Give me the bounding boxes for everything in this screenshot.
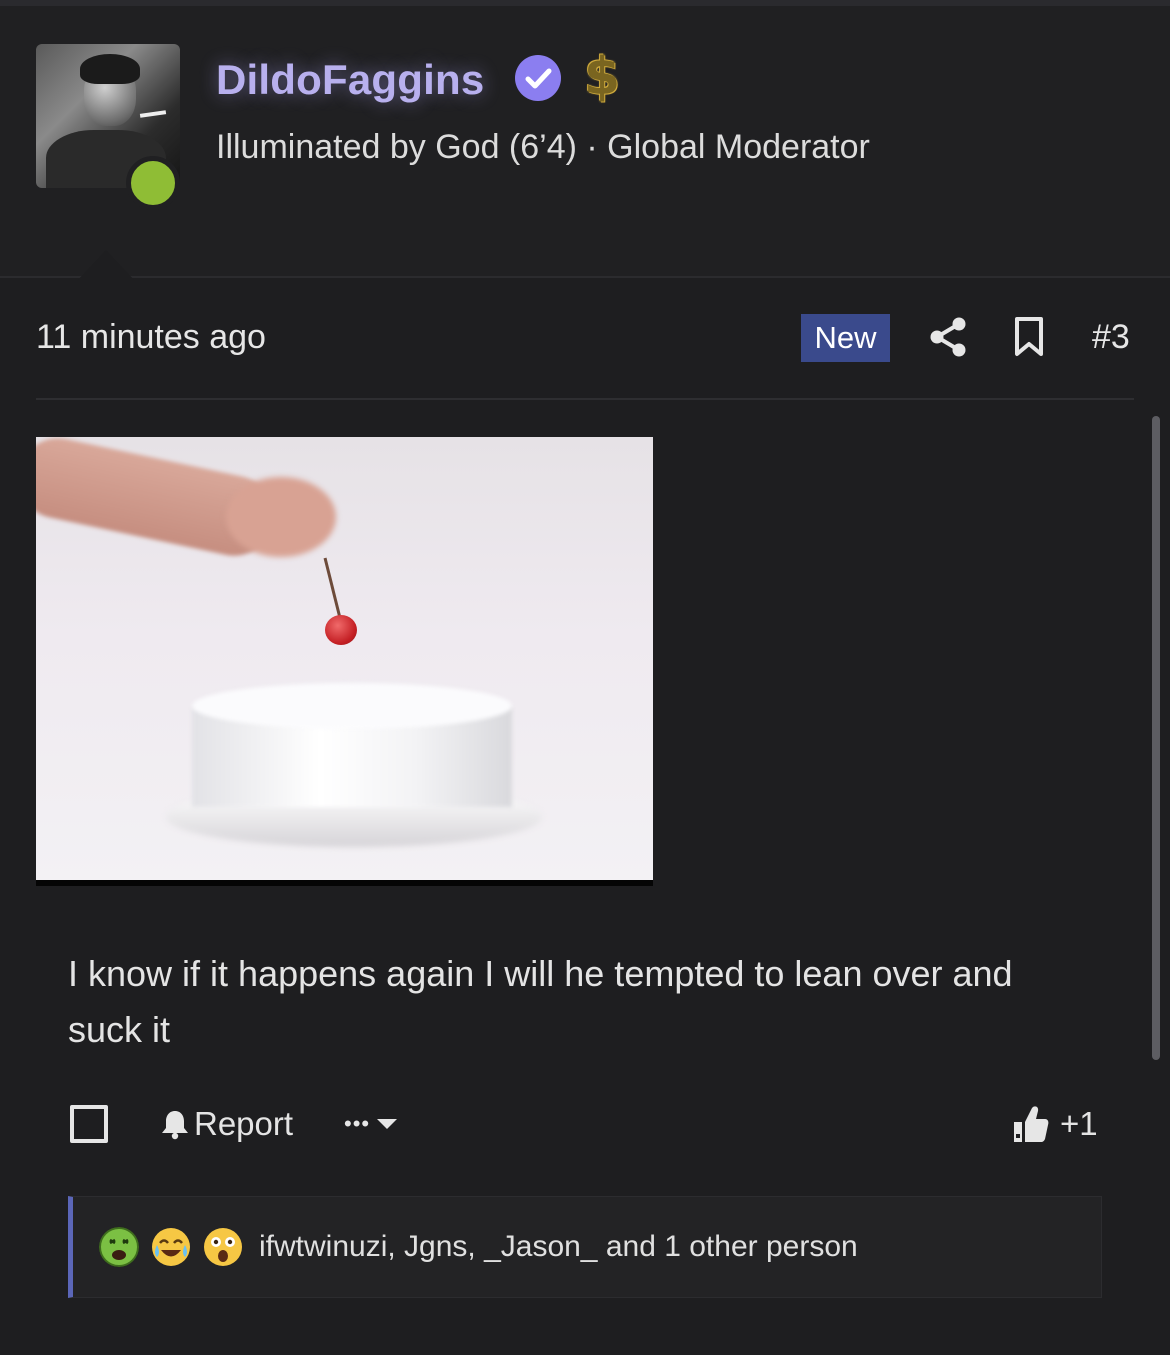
select-post-checkbox[interactable] (70, 1105, 108, 1143)
meta-divider (36, 398, 1134, 400)
post-timestamp[interactable]: 11 minutes ago (36, 318, 266, 357)
post-gif-image[interactable] (36, 437, 653, 886)
sick-face-emoji (99, 1227, 139, 1267)
like-button[interactable]: +1 (1012, 1102, 1098, 1146)
bell-icon (162, 1111, 188, 1140)
verified-badge-icon (515, 55, 561, 101)
post-body-text: I know if it happens again I will he tem… (68, 953, 1013, 1050)
crying-laughing-emoji (152, 1228, 190, 1266)
bookmark-icon[interactable] (1012, 316, 1046, 358)
report-button[interactable]: Report (160, 1104, 293, 1144)
gif-cherry (325, 615, 357, 645)
more-options-button[interactable]: ••• (344, 1104, 398, 1144)
reaction-users-text[interactable]: ifwtwinuzi, Jgns, _Jason_ and 1 other pe… (259, 1230, 858, 1264)
gif-hand (226, 477, 336, 557)
avatar-hair (80, 54, 140, 84)
gif-bottom-edge (36, 880, 653, 886)
header-pointer (76, 250, 136, 282)
username-link[interactable]: DildoFaggins (216, 56, 484, 104)
like-count: +1 (1060, 1105, 1098, 1142)
gif-cake-top (192, 683, 512, 729)
report-label: Report (194, 1105, 294, 1142)
scrollbar[interactable] (1152, 416, 1160, 1060)
share-icon[interactable] (928, 316, 968, 358)
caret-down-icon (377, 1119, 398, 1129)
dollar-sign-icon: $ (584, 47, 621, 107)
new-badge: New (801, 314, 890, 362)
online-status-dot (126, 156, 180, 210)
post-author-header: DildoFaggins $ Illuminated by God (6’4) … (0, 6, 1170, 282)
avatar-cigarette (139, 110, 167, 118)
more-dots-icon: ••• (344, 1111, 371, 1136)
astonished-face-emoji (204, 1228, 242, 1266)
thumbs-up-icon (1014, 1106, 1049, 1142)
reactions-bar[interactable]: ifwtwinuzi, Jgns, _Jason_ and 1 other pe… (68, 1196, 1102, 1298)
post-number-link[interactable]: #3 (1092, 318, 1130, 357)
user-title: Illuminated by God (6’4) · Global Modera… (216, 128, 870, 166)
